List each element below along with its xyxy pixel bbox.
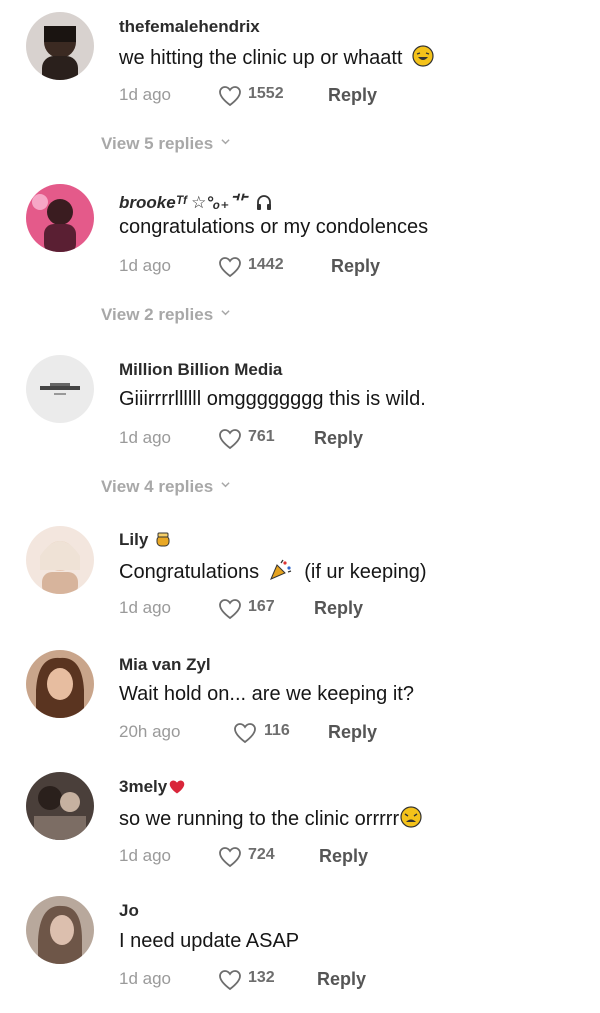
- party-popper-icon: [269, 559, 291, 580]
- chevron-down-icon: [221, 310, 230, 316]
- comment-text-body: we hitting the clinic up or whaatt: [119, 47, 403, 69]
- like-count: 116: [264, 722, 290, 739]
- comment-time: 1d ago: [119, 256, 171, 275]
- comment-time: 1d ago: [119, 428, 171, 447]
- comment-time: 1d ago: [119, 846, 171, 865]
- like-heart-icon[interactable]: [218, 256, 242, 278]
- comment-text: congratulations or my condolences: [119, 216, 429, 238]
- like-count: 1552: [248, 85, 284, 102]
- like-heart-icon[interactable]: [233, 722, 257, 744]
- comment-username-label: Lily: [119, 530, 149, 549]
- comment-username[interactable]: Jo: [119, 901, 139, 921]
- view-replies-link[interactable]: View 4 replies: [101, 477, 230, 497]
- comment-username[interactable]: Mia van Zyl: [119, 655, 211, 675]
- comment-time: 20h ago: [119, 722, 181, 741]
- avatar[interactable]: [26, 355, 94, 423]
- like-heart-icon[interactable]: [218, 598, 242, 620]
- heart-icon: [169, 780, 185, 794]
- reply-button[interactable]: Reply: [314, 598, 363, 619]
- view-replies-link[interactable]: View 5 replies: [101, 134, 230, 154]
- view-replies-label: View 4 replies: [101, 477, 214, 496]
- comment-username[interactable]: 3mely: [119, 777, 186, 797]
- comment-time: 1d ago: [119, 598, 171, 617]
- comment-text: I need update ASAP: [119, 930, 300, 952]
- comment-username-label: 3mely: [119, 777, 168, 796]
- comment-text: so we running to the clinic orrrrr: [119, 806, 422, 831]
- like-count: 1442: [248, 256, 284, 273]
- like-count: 132: [248, 969, 275, 986]
- like-heart-icon[interactable]: [218, 846, 242, 868]
- reply-button[interactable]: Reply: [328, 85, 377, 106]
- headphones-icon: [257, 195, 272, 210]
- avatar[interactable]: [26, 896, 94, 964]
- reply-button[interactable]: Reply: [328, 722, 377, 743]
- like-heart-icon[interactable]: [218, 969, 242, 991]
- comment-text-body: Congratulations: [119, 561, 260, 583]
- view-replies-label: View 5 replies: [101, 134, 214, 153]
- comment-text-body: so we running to the clinic orrrrr: [119, 808, 400, 830]
- like-count: 724: [248, 846, 275, 863]
- reply-button[interactable]: Reply: [331, 256, 380, 277]
- comment-time: 1d ago: [119, 969, 171, 988]
- avatar[interactable]: [26, 650, 94, 718]
- reply-button[interactable]: Reply: [314, 428, 363, 449]
- avatar[interactable]: [26, 12, 94, 80]
- comment-username-label: brookeᵀᶠ ☆°ₒ₊⻀: [119, 193, 247, 212]
- reply-button[interactable]: Reply: [319, 846, 368, 867]
- like-count: 761: [248, 428, 275, 445]
- comment-username[interactable]: thefemalehendrix: [119, 17, 260, 37]
- honey-pot-icon: [156, 532, 170, 547]
- reply-button[interactable]: Reply: [317, 969, 366, 990]
- comment-text: Giiirrrrllllll omgggggggg this is wild.: [119, 388, 426, 410]
- comment-username[interactable]: Lily: [119, 530, 172, 550]
- comment-text: we hitting the clinic up or whaatt: [119, 45, 434, 70]
- like-heart-icon[interactable]: [218, 428, 242, 450]
- chevron-down-icon: [221, 482, 230, 488]
- comment-username[interactable]: brookeᵀᶠ ☆°ₒ₊⻀: [119, 188, 273, 213]
- avatar[interactable]: [26, 184, 94, 252]
- comment-username[interactable]: Million Billion Media: [119, 360, 282, 380]
- comment-text: Congratulations (if ur keeping): [119, 559, 427, 584]
- laughing-face-icon: [412, 45, 434, 67]
- like-heart-icon[interactable]: [218, 85, 242, 107]
- weary-face-icon: [400, 806, 422, 828]
- avatar[interactable]: [26, 526, 94, 594]
- comment-text-suffix: (if ur keeping): [304, 561, 427, 583]
- avatar[interactable]: [26, 772, 94, 840]
- view-replies-label: View 2 replies: [101, 305, 214, 324]
- view-replies-link[interactable]: View 2 replies: [101, 305, 230, 325]
- chevron-down-icon: [221, 139, 230, 145]
- comment-text: Wait hold on... are we keeping it?: [119, 683, 414, 705]
- like-count: 167: [248, 598, 275, 615]
- comment-time: 1d ago: [119, 85, 171, 104]
